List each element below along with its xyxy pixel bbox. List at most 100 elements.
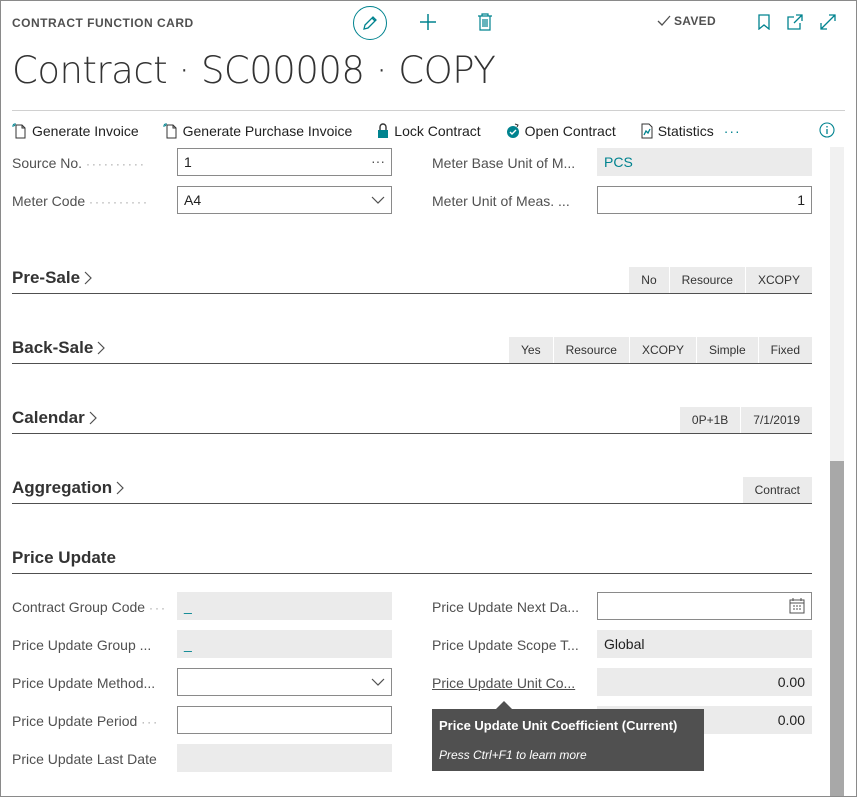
delete-button[interactable] [474, 11, 496, 33]
chevron-right-icon [89, 411, 97, 425]
price-update-next-date-field[interactable] [597, 592, 812, 620]
price-update-title: Price Update [12, 548, 116, 567]
source-no-label: Source No. ·········· [12, 155, 146, 171]
price-update-next-date-label: Price Update Next Da... [432, 599, 580, 615]
aggregation-title: Aggregation [12, 478, 113, 497]
chevron-right-icon [84, 271, 92, 285]
back-sale-section-header[interactable]: Back-Sale [12, 338, 106, 358]
card-content: Source No. ·········· 1 ··· Meter Code ·… [1, 147, 829, 796]
meter-code-label: Meter Code ·········· [12, 193, 150, 209]
pre-sale-section-header[interactable]: Pre-Sale [12, 268, 93, 288]
calendar-title: Calendar [12, 408, 85, 427]
back-sale-summary: Yes Resource XCOPY Simple Fixed [508, 337, 812, 363]
summary-chip: XCOPY [628, 337, 696, 363]
price-update-last-date-field [177, 744, 392, 772]
price-update-group-field[interactable]: _ [177, 630, 392, 658]
price-update-period-label: Price Update Period ··· [12, 713, 160, 729]
source-no-field[interactable]: 1 ··· [177, 148, 392, 176]
aggregation-summary: Contract [741, 477, 812, 503]
aggregation-section-header[interactable]: Aggregation [12, 478, 125, 498]
price-update-method-label: Price Update Method... [12, 675, 156, 691]
action-bar: Generate Invoice Generate Purchase Invoi… [12, 119, 741, 143]
meter-uom-label: Meter Unit of Meas. ... [432, 193, 570, 209]
card-label: CONTRACT FUNCTION CARD [12, 16, 194, 30]
calendar-icon[interactable] [789, 598, 805, 614]
meter-base-uom-field: PCS [597, 148, 812, 176]
calendar-section-header[interactable]: Calendar [12, 408, 98, 428]
info-button[interactable] [819, 122, 835, 143]
meter-code-field[interactable]: A4 [177, 186, 392, 214]
bookmark-button[interactable] [753, 11, 775, 33]
expand-icon [820, 14, 836, 30]
chevron-down-icon [371, 196, 385, 204]
lock-contract-action[interactable]: Lock Contract [376, 123, 481, 139]
edit-button[interactable] [353, 6, 387, 40]
price-update-section-header[interactable]: Price Update [12, 548, 116, 568]
section-divider [12, 363, 812, 364]
price-update-method-field[interactable] [177, 668, 392, 696]
summary-chip: Resource [552, 337, 629, 363]
pre-sale-summary: No Resource XCOPY [628, 267, 812, 293]
plus-icon [420, 14, 436, 30]
price-update-last-date-label: Price Update Last Date [12, 751, 157, 767]
statistics-action[interactable]: Statistics [640, 123, 714, 139]
lookup-ellipsis-icon[interactable]: ··· [371, 153, 385, 169]
summary-chip: Contract [741, 477, 812, 503]
pop-out-icon [787, 14, 803, 30]
open-contract-label: Open Contract [524, 123, 616, 139]
contract-group-code-field[interactable]: _ [177, 592, 392, 620]
section-divider [12, 503, 812, 504]
price-update-group-label: Price Update Group ... [12, 637, 152, 653]
open-contract-action[interactable]: Open Contract [505, 123, 616, 139]
contract-card-page: CONTRACT FUNCTION CARD SAVED Contract · … [0, 0, 857, 797]
price-update-unit-coefficient-field: 0.00 [597, 668, 812, 696]
saved-status: SAVED [657, 14, 716, 28]
summary-chip: Yes [508, 337, 553, 363]
summary-chip: 0P+1B [678, 407, 741, 433]
back-sale-title: Back-Sale [12, 338, 94, 357]
pre-sale-title: Pre-Sale [12, 268, 81, 287]
generate-purchase-invoice-action[interactable]: Generate Purchase Invoice [162, 123, 353, 139]
scrollbar-thumb[interactable] [830, 461, 844, 796]
meter-uom-field[interactable]: 1 [597, 186, 812, 214]
statistics-icon [641, 123, 653, 139]
chevron-right-icon [116, 481, 124, 495]
expand-button[interactable] [817, 11, 839, 33]
lock-contract-label: Lock Contract [394, 123, 481, 139]
contract-group-code-label: Contract Group Code ··· [12, 599, 167, 615]
price-update-scope-field: Global [597, 630, 812, 658]
saved-label: SAVED [674, 14, 716, 28]
check-icon [657, 15, 671, 26]
meter-base-uom-label: Meter Base Unit of M... [432, 155, 576, 171]
generate-invoice-label: Generate Invoice [32, 123, 139, 139]
summary-chip: Resource [668, 267, 745, 293]
tooltip-title: Price Update Unit Coefficient (Current) [439, 718, 678, 733]
chevron-down-icon [371, 678, 385, 686]
open-new-window-button[interactable] [784, 11, 806, 33]
generate-purchase-invoice-label: Generate Purchase Invoice [182, 123, 353, 139]
section-divider [12, 433, 812, 434]
field-tooltip: Price Update Unit Coefficient (Current) … [432, 701, 704, 771]
chevron-right-icon [97, 341, 106, 355]
price-update-unit-coefficient-label[interactable]: Price Update Unit Co... [432, 675, 575, 691]
trash-icon [478, 13, 492, 31]
summary-chip: XCOPY [744, 267, 812, 293]
bookmark-icon [758, 14, 770, 30]
statistics-label: Statistics [657, 123, 714, 139]
generate-purchase-invoice-icon [162, 123, 177, 139]
new-button[interactable] [417, 11, 439, 33]
price-update-scope-label: Price Update Scope T... [432, 637, 579, 653]
summary-chip: Fixed [757, 337, 812, 363]
summary-chip: No [628, 267, 669, 293]
page-title: Contract · SC00008 · COPY [12, 49, 496, 92]
vertical-scrollbar[interactable] [830, 147, 844, 796]
section-divider [12, 573, 812, 574]
summary-chip: 7/1/2019 [740, 407, 812, 433]
generate-invoice-action[interactable]: Generate Invoice [12, 123, 139, 139]
tooltip-hint: Press Ctrl+F1 to learn more [439, 748, 587, 762]
more-actions-button[interactable]: ··· [724, 123, 741, 139]
price-update-period-field[interactable] [177, 706, 392, 734]
open-contract-icon [506, 123, 519, 138]
info-icon [819, 122, 835, 138]
lock-icon [378, 123, 389, 138]
